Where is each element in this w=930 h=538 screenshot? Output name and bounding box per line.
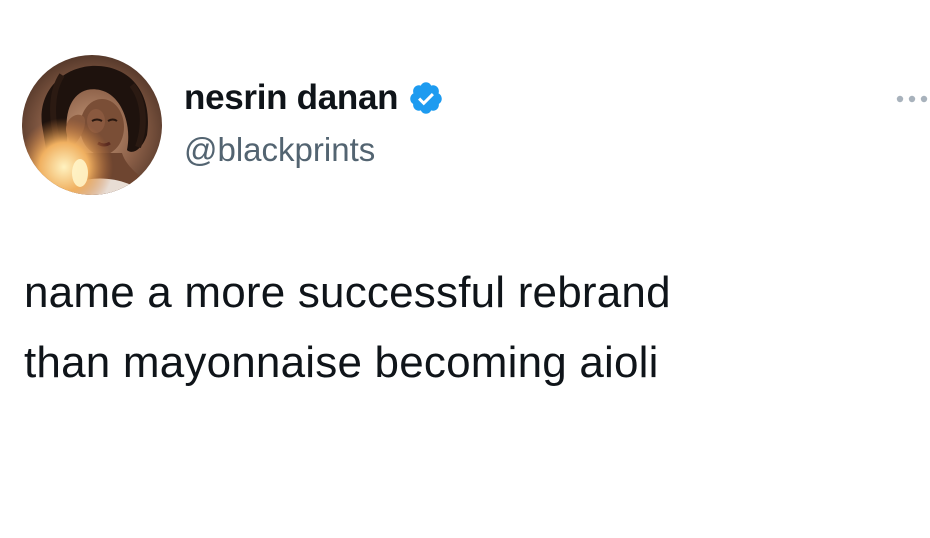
more-options-icon: [896, 95, 928, 103]
verified-badge-icon: [408, 80, 444, 116]
author-handle[interactable]: @blackprints: [184, 128, 444, 172]
name-row: nesrin danan: [184, 70, 444, 126]
author-display-name[interactable]: nesrin danan: [184, 70, 399, 126]
user-avatar[interactable]: [22, 55, 162, 195]
more-options-button[interactable]: [892, 84, 930, 114]
avatar-image: [22, 55, 162, 195]
author-info: nesrin danan @blackprints: [184, 70, 444, 172]
tweet-card: nesrin danan @blackprints name a more su…: [0, 0, 930, 538]
tweet-text: name a more successful rebrand than mayo…: [24, 268, 671, 387]
